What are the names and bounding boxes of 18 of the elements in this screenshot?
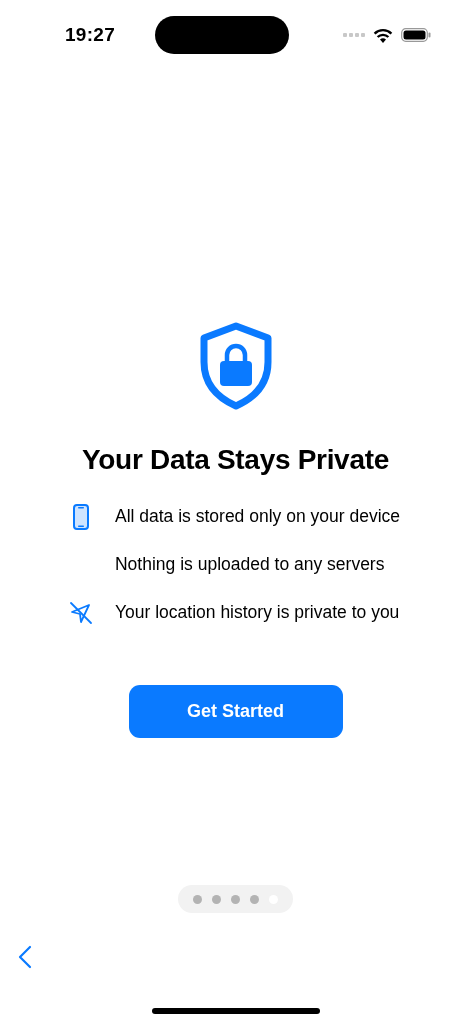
signal-icon [343, 32, 365, 38]
page-indicator[interactable] [178, 885, 293, 913]
phone-icon [73, 503, 89, 530]
feature-text: Nothing is uploaded to any servers [115, 554, 385, 575]
page-dot[interactable] [231, 894, 240, 904]
feature-text: All data is stored only on your device [115, 506, 400, 527]
get-started-button[interactable]: Get Started [128, 685, 343, 738]
status-time: 19:27 [65, 24, 116, 46]
page-title: Your Data Stays Private [82, 444, 389, 476]
wifi-icon [373, 27, 393, 43]
battery-icon [401, 28, 431, 42]
page-dot[interactable] [193, 894, 202, 904]
page-dot[interactable] [250, 894, 259, 904]
feature-text: Your location history is private to you [115, 602, 400, 623]
page-dot[interactable] [212, 894, 221, 904]
shield-lock-icon [199, 322, 272, 410]
back-chevron-icon [18, 944, 32, 969]
location-off-icon [68, 599, 94, 626]
